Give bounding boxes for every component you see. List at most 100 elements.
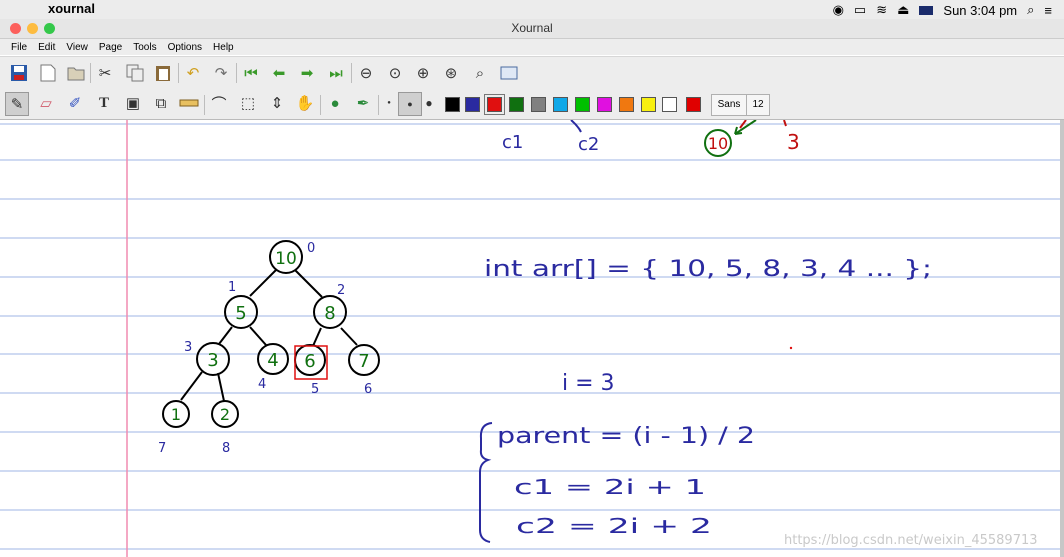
open-icon[interactable] (65, 62, 87, 84)
thin-width-icon[interactable]: ● (378, 92, 400, 114)
default-pen-icon[interactable]: ✒ (352, 92, 374, 114)
zoom-in-icon[interactable]: ⊕ (412, 62, 434, 84)
tree-node: 5 (224, 295, 258, 329)
new-page-icon[interactable] (37, 62, 59, 84)
status-area: ◉ ▭ ≋ ⏏ Sun 3:04 pm ⌕ ≡ (833, 1, 1052, 19)
menu-file[interactable]: File (11, 42, 27, 53)
menu-help[interactable]: Help (213, 42, 234, 53)
color-swatch[interactable] (484, 94, 505, 115)
fullscreen-icon[interactable] (498, 62, 520, 84)
svg-text:10: 10 (275, 249, 297, 269)
index-label: 2 (337, 283, 345, 298)
last-page-icon[interactable]: ⏭ (325, 62, 347, 84)
color-swatch[interactable] (553, 97, 568, 112)
color-swatch[interactable] (509, 97, 524, 112)
color-swatch[interactable] (465, 97, 480, 112)
pen-toolbar: ✎ ▱ ✐ T ▣ ⧉ ⌒ ⬚ ⇕ ✋ ● ✒ ● ● ● Sans 12 (0, 89, 1064, 120)
svg-text:2: 2 (220, 405, 230, 424)
tree-node: 3 (196, 342, 230, 376)
brace (479, 422, 493, 543)
color-swatch[interactable] (597, 97, 612, 112)
menu-page[interactable]: Page (99, 42, 122, 53)
list-icon[interactable]: ≡ (1044, 3, 1052, 18)
search-icon[interactable]: ⌕ (1027, 2, 1034, 18)
zoom-out-icon[interactable]: ⊖ (355, 62, 377, 84)
color-swatch[interactable] (445, 97, 460, 112)
lasso-select-icon[interactable]: ⌒ (208, 92, 230, 114)
eject-icon[interactable]: ⏏ (897, 2, 909, 18)
svg-text:4: 4 (267, 350, 278, 371)
top-value-3: 3 (787, 130, 800, 154)
next-page-icon[interactable]: ➡ (296, 62, 318, 84)
index-label: 6 (364, 382, 372, 397)
hand-tool-icon[interactable]: ✋ (294, 92, 316, 114)
font-size-button[interactable]: 12 (746, 94, 770, 116)
svg-text:1: 1 (171, 405, 181, 424)
text-tool-icon[interactable]: T (93, 92, 115, 114)
index-label: 5 (311, 382, 319, 397)
zoom-page-width-icon[interactable]: ⊙ (384, 62, 406, 84)
vertical-space-icon[interactable]: ⇕ (266, 92, 288, 114)
menu-tools[interactable]: Tools (133, 42, 156, 53)
thick-width-icon[interactable]: ● (418, 92, 440, 114)
color-swatch[interactable] (686, 97, 701, 112)
tree-node-highlighted: 6 (294, 344, 328, 380)
app-name[interactable]: xournal (48, 1, 95, 16)
tree-edges (180, 269, 358, 402)
highlighter-tool-icon[interactable]: ✐ (64, 92, 86, 114)
ruler-icon[interactable] (178, 92, 200, 114)
red-dot (789, 346, 793, 350)
cut-icon[interactable]: ✂ (94, 62, 116, 84)
tree-index-labels: 0 1 2 3 4 5 6 7 8 (158, 241, 372, 456)
zoom-set-icon[interactable]: ⌕ (469, 62, 491, 84)
paste-icon[interactable] (152, 62, 174, 84)
svg-text:6: 6 (304, 351, 315, 372)
eraser-tool-icon[interactable]: ▱ (35, 92, 57, 114)
tree-node: 2 (211, 400, 239, 428)
page-ink[interactable]: c1 c2 10 3 10 5 8 3 4 6 7 1 2 0 1 2 3 4 … (0, 120, 1060, 557)
zoom-normal-icon[interactable]: ⊛ (440, 62, 462, 84)
svg-text:8: 8 (324, 303, 335, 324)
image-tool-icon[interactable]: ▣ (122, 92, 144, 114)
color-swatch[interactable] (575, 97, 590, 112)
window-title: Xournal (511, 21, 553, 35)
font-name-button[interactable]: Sans (711, 94, 747, 116)
journal-page[interactable]: c1 c2 10 3 10 5 8 3 4 6 7 1 2 0 1 2 3 4 … (0, 120, 1060, 557)
svg-text:3: 3 (207, 350, 218, 371)
flag-icon[interactable] (919, 5, 934, 15)
top-notes: c1 c2 10 3 (502, 120, 800, 157)
wifi-icon[interactable]: ≋ (876, 2, 887, 18)
parent-formula: parent = (i - 1) / 2 (497, 424, 755, 449)
record-icon[interactable]: ◉ (833, 2, 844, 18)
clock[interactable]: Sun 3:04 pm (943, 3, 1017, 18)
i-assignment: i = 3 (562, 371, 615, 396)
airplay-icon[interactable]: ▭ (854, 2, 866, 18)
shape-recognizer-icon[interactable]: ⧉ (150, 92, 172, 114)
array-declaration: int arr[] = { 10, 5, 8, 3, 4 ... }; (484, 257, 932, 282)
redo-icon[interactable]: ↷ (210, 62, 232, 84)
save-icon[interactable] (8, 62, 30, 84)
default-tool-icon[interactable]: ● (324, 92, 346, 114)
color-swatch[interactable] (641, 97, 656, 112)
vertical-scrollbar[interactable] (1060, 120, 1064, 557)
tree-node: 8 (313, 295, 347, 329)
copy-icon[interactable] (124, 62, 146, 84)
color-swatch[interactable] (662, 97, 677, 112)
tree-node: 7 (348, 344, 380, 376)
svg-text:7: 7 (358, 351, 369, 372)
svg-text:5: 5 (235, 303, 246, 324)
c2-formula: c2 = 2i + 2 (516, 514, 712, 538)
top-circled-value: 10 (708, 134, 728, 153)
first-page-icon[interactable]: ⏮ (240, 62, 262, 84)
menu-view[interactable]: View (66, 42, 88, 53)
menu-edit[interactable]: Edit (38, 42, 55, 53)
previous-page-icon[interactable]: ⬅ (268, 62, 290, 84)
menu-options[interactable]: Options (168, 42, 202, 53)
color-swatch[interactable] (531, 97, 546, 112)
pen-tool-icon[interactable]: ✎ (5, 92, 29, 116)
color-swatch[interactable] (619, 97, 634, 112)
undo-icon[interactable]: ↶ (182, 62, 204, 84)
rect-select-icon[interactable]: ⬚ (237, 92, 259, 114)
index-label: 8 (222, 441, 230, 456)
index-label: 7 (158, 441, 166, 456)
